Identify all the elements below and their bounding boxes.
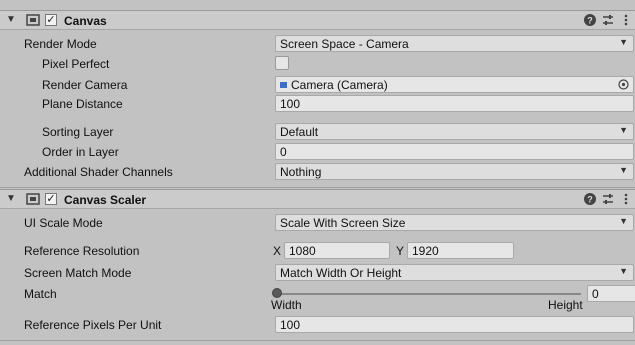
order-in-layer-label: Order in Layer: [42, 145, 119, 159]
match-slider-handle[interactable]: [272, 288, 282, 298]
component-title: Canvas: [64, 14, 107, 28]
plane-distance-value: 100: [280, 97, 301, 111]
match-slider-track[interactable]: [277, 293, 581, 295]
shader-channels-dropdown[interactable]: Nothing ▼: [275, 163, 634, 180]
reference-pixels-per-unit-input[interactable]: 100: [275, 316, 634, 333]
reference-resolution-y-value: 1920: [412, 244, 439, 258]
reference-resolution-x-value: 1080: [289, 244, 316, 258]
svg-text:?: ?: [587, 16, 593, 26]
pixel-perfect-checkbox[interactable]: [275, 56, 289, 70]
camera-icon: [280, 82, 287, 88]
chevron-down-icon: ▼: [619, 37, 628, 47]
order-in-layer-row: Order in Layer 0: [0, 143, 635, 161]
shader-channels-row: Additional Shader Channels Nothing ▼: [0, 163, 635, 181]
render-camera-value: Camera (Camera): [291, 78, 388, 92]
reference-resolution-x-input[interactable]: 1080: [284, 242, 390, 259]
component-title: Canvas Scaler: [64, 193, 147, 207]
kebab-menu-icon[interactable]: [619, 13, 633, 27]
reference-resolution-label: Reference Resolution: [24, 244, 140, 258]
pixel-perfect-label: Pixel Perfect: [42, 57, 110, 71]
canvas-component-icon: [26, 14, 40, 29]
chevron-down-icon: ▼: [619, 266, 628, 276]
component-divider: [0, 340, 635, 341]
sorting-layer-row: Sorting Layer Default ▼: [0, 123, 635, 141]
shader-channels-value: Nothing: [280, 165, 322, 179]
reference-pixels-per-unit-row: Reference Pixels Per Unit 100: [0, 316, 635, 334]
sorting-layer-label: Sorting Layer: [42, 125, 114, 139]
match-height-caption: Height: [548, 298, 583, 312]
match-width-caption: Width: [271, 298, 302, 312]
canvas-scaler-enabled-checkbox[interactable]: ✓: [45, 193, 57, 205]
help-icon[interactable]: ?: [583, 13, 597, 27]
sorting-layer-dropdown[interactable]: Default ▼: [275, 123, 634, 140]
canvas-scaler-component-icon: [26, 193, 40, 208]
ui-scale-mode-value: Scale With Screen Size: [280, 216, 406, 230]
render-mode-row: Render Mode Screen Space - Camera ▼: [0, 35, 635, 53]
order-in-layer-input[interactable]: 0: [275, 143, 634, 160]
chevron-down-icon: ▼: [619, 165, 628, 175]
render-camera-row: Render Camera Camera (Camera): [0, 76, 635, 94]
screen-match-mode-dropdown[interactable]: Match Width Or Height ▼: [275, 264, 634, 281]
screen-match-mode-value: Match Width Or Height: [280, 266, 402, 280]
help-icon[interactable]: ?: [583, 192, 597, 206]
foldout-triangle-icon[interactable]: ▼: [6, 14, 16, 25]
reference-resolution-row: Reference Resolution X 1080 Y 1920: [0, 242, 635, 260]
presets-icon[interactable]: [601, 13, 615, 27]
shader-channels-label: Additional Shader Channels: [24, 165, 173, 179]
order-in-layer-value: 0: [280, 145, 287, 159]
match-value-input[interactable]: 0: [587, 285, 635, 302]
presets-icon[interactable]: [601, 192, 615, 206]
svg-text:?: ?: [587, 195, 593, 205]
render-mode-value: Screen Space - Camera: [280, 37, 409, 51]
sorting-layer-value: Default: [280, 125, 319, 139]
foldout-triangle-icon[interactable]: ▼: [6, 193, 16, 204]
reference-pixels-per-unit-label: Reference Pixels Per Unit: [24, 318, 162, 332]
reference-pixels-per-unit-value: 100: [280, 318, 301, 332]
x-label: X: [273, 244, 282, 258]
object-picker-icon[interactable]: [618, 79, 629, 92]
component-divider: [0, 187, 635, 188]
kebab-menu-icon[interactable]: [619, 192, 633, 206]
ui-scale-mode-label: UI Scale Mode: [24, 216, 103, 230]
chevron-down-icon: ▼: [619, 216, 628, 226]
render-mode-dropdown[interactable]: Screen Space - Camera ▼: [275, 35, 634, 52]
chevron-down-icon: ▼: [619, 125, 628, 135]
match-value: 0: [592, 287, 599, 301]
pixel-perfect-row: Pixel Perfect: [0, 55, 635, 73]
plane-distance-input[interactable]: 100: [275, 95, 634, 112]
y-label: Y: [396, 244, 405, 258]
reference-resolution-y-input[interactable]: 1920: [407, 242, 514, 259]
canvas-enabled-checkbox[interactable]: ✓: [45, 14, 57, 26]
render-camera-label: Render Camera: [42, 78, 128, 92]
plane-distance-row: Plane Distance 100: [0, 95, 635, 113]
ui-scale-mode-dropdown[interactable]: Scale With Screen Size ▼: [275, 214, 634, 231]
render-camera-object-field[interactable]: Camera (Camera): [275, 76, 634, 93]
canvas-scaler-component-header[interactable]: ▼ ✓ Canvas Scaler ?: [0, 189, 635, 209]
match-label: Match: [24, 287, 57, 301]
plane-distance-label: Plane Distance: [42, 97, 123, 111]
screen-match-mode-label: Screen Match Mode: [24, 266, 132, 280]
canvas-component-header[interactable]: ▼ ✓ Canvas ?: [0, 10, 635, 30]
ui-scale-mode-row: UI Scale Mode Scale With Screen Size ▼: [0, 214, 635, 232]
match-row: Match 0: [0, 285, 635, 303]
screen-match-mode-row: Screen Match Mode Match Width Or Height …: [0, 264, 635, 282]
render-mode-label: Render Mode: [24, 37, 97, 51]
